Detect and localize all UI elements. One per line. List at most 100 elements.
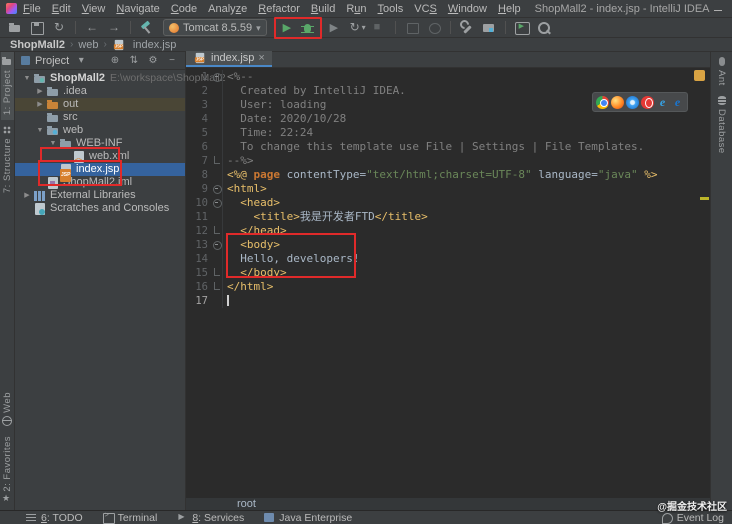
fold-end-icon[interactable]	[212, 280, 223, 294]
status-event-log[interactable]: Event Log	[661, 512, 724, 524]
code-text: Time: 22:24	[227, 126, 314, 139]
tree-item-label: src	[63, 111, 78, 123]
tree-item-label: ShopMall2	[50, 72, 106, 84]
chevron-expanded-icon[interactable]: ▼	[47, 137, 59, 150]
forward-icon[interactable]	[105, 20, 123, 36]
debug-bug-icon[interactable]	[299, 20, 317, 36]
chevron-collapsed-icon[interactable]: ▶	[34, 98, 46, 111]
close-tab-icon[interactable]: ×	[258, 53, 264, 64]
menu-vcs[interactable]: VCS	[414, 3, 437, 15]
breadcrumb-item-index-jsp[interactable]: index.jsp	[112, 39, 176, 51]
line-number: 12	[195, 225, 208, 237]
terminal-icon	[102, 512, 115, 524]
ide-window: File Edit View Navigate Code Analyze Refactor B…	[0, 0, 732, 524]
toolbar-separator	[394, 21, 396, 34]
code-text: Created by IntelliJ IDEA.	[227, 84, 406, 97]
menu-file[interactable]: File	[23, 3, 41, 15]
edge-browser-icon[interactable]	[671, 96, 684, 109]
chevron-expanded-icon[interactable]: ▼	[21, 72, 33, 85]
tree-item-shopmall2[interactable]: ▼ ShopMall2 E:\workspace\ShopMall2	[15, 72, 226, 85]
fold-start-icon[interactable]	[212, 238, 223, 252]
run-button-icon[interactable]	[279, 20, 297, 36]
status-java-enterprise[interactable]: Java Enterprise	[264, 512, 352, 524]
fold-start-icon[interactable]	[212, 70, 223, 84]
tree-item-idea[interactable]: ▶ .idea	[15, 85, 185, 98]
tree-item-index-jsp[interactable]: index.jsp	[15, 163, 185, 182]
tool-button-7-structure[interactable]: 7: Structure	[1, 120, 14, 198]
chrome-browser-icon[interactable]	[596, 95, 609, 109]
opera-browser-icon[interactable]	[641, 95, 654, 109]
project-structure-icon[interactable]	[480, 20, 498, 36]
disabled-action-icon-1[interactable]	[403, 20, 421, 36]
editor-breadcrumb[interactable]: root	[186, 497, 710, 510]
tree-item-web-xml[interactable]: web.xml	[15, 150, 185, 168]
fold-start-icon[interactable]	[212, 182, 223, 196]
tree-item-out[interactable]: ▶ out	[15, 98, 185, 111]
settings-wrench-icon[interactable]	[458, 20, 476, 36]
menu-code[interactable]: Code	[171, 3, 197, 15]
breadcrumb-item-shopmall2[interactable]: ShopMall2	[10, 39, 65, 51]
ie-browser-icon[interactable]	[656, 96, 669, 109]
run-configuration-select[interactable]: Tomcat 8.5.59	[163, 19, 267, 36]
tree-item-web[interactable]: ▼ web	[15, 124, 185, 137]
menu-help[interactable]: Help	[498, 3, 521, 15]
run-toolwindow-icon[interactable]	[513, 20, 531, 36]
save-all-icon[interactable]	[28, 20, 46, 36]
fold-end-icon[interactable]	[212, 266, 223, 280]
safari-browser-icon[interactable]	[626, 95, 639, 109]
chevron-down-icon[interactable]: ▾	[74, 55, 88, 66]
tool-button-1-project[interactable]: 1: Project	[0, 52, 14, 121]
chevron-expanded-icon[interactable]: ▼	[34, 124, 46, 137]
menu-view[interactable]: View	[82, 3, 106, 15]
code-text: User: loading	[227, 98, 327, 111]
menu-window[interactable]: Window	[448, 3, 487, 15]
run-with-coverage-icon[interactable]	[326, 20, 344, 36]
fold-end-icon[interactable]	[212, 224, 223, 238]
search-icon[interactable]	[535, 20, 553, 36]
menu-edit[interactable]: Edit	[52, 3, 71, 15]
locate-file-icon[interactable]: ⊕	[108, 55, 122, 66]
tree-item-external-libraries[interactable]: ▶ External Libraries	[15, 189, 185, 202]
breadcrumb-item-web[interactable]: web	[78, 39, 98, 51]
tree-item-src[interactable]: src	[15, 111, 185, 124]
disabled-action-icon-2[interactable]	[425, 20, 443, 36]
tree-item-scratches-and-consoles[interactable]: Scratches and Consoles	[15, 202, 185, 215]
status-terminal[interactable]: Terminal	[102, 512, 157, 524]
tool-button-web[interactable]: Web	[1, 387, 14, 431]
code-editor[interactable]: 1 <%-- 2 Created by IntelliJ IDEA. 3 User: …	[186, 68, 710, 497]
menu-refactor[interactable]: Refactor	[258, 3, 300, 15]
fold-start-icon[interactable]	[212, 196, 223, 210]
tab-index-jsp[interactable]: index.jsp ×	[186, 51, 272, 67]
back-icon[interactable]	[83, 20, 101, 36]
line-number: 8	[201, 169, 208, 181]
inspection-status-icon[interactable]	[694, 70, 705, 81]
tree-item-web-inf[interactable]: ▼ WEB-INF	[15, 137, 185, 150]
rerun-icon[interactable]	[348, 20, 366, 36]
build-hammer-icon[interactable]	[138, 20, 156, 36]
tool-button-ant[interactable]: Ant	[715, 52, 728, 91]
menu-run[interactable]: Run	[346, 3, 366, 15]
hide-panel-icon[interactable]: −	[165, 55, 179, 66]
tool-button-2-favorites[interactable]: 2: Favorites	[1, 431, 14, 510]
status-6-todo[interactable]: 6: TODO	[26, 512, 83, 524]
menu-tools[interactable]: Tools	[378, 3, 404, 15]
tree-item-shopmall2-iml[interactable]: ShopMall2.iml	[15, 176, 185, 189]
menu-navigate[interactable]: Navigate	[116, 3, 159, 15]
status-8-services[interactable]: 8: Services	[177, 512, 244, 524]
gear-icon[interactable]: ⚙	[146, 55, 160, 66]
tool-button-database[interactable]: Database	[715, 91, 728, 159]
collapse-all-icon[interactable]: ⇅	[127, 55, 141, 66]
menu-build[interactable]: Build	[311, 3, 335, 15]
menu-analyze[interactable]: Analyze	[208, 3, 247, 15]
code-line: 15 </body>	[186, 266, 710, 280]
tool-button-label: Ant	[716, 70, 727, 86]
sync-icon[interactable]	[50, 20, 68, 36]
favorites-star-icon	[2, 493, 12, 505]
open-folder-icon[interactable]	[6, 20, 24, 36]
chevron-collapsed-icon[interactable]: ▶	[21, 189, 33, 202]
chevron-collapsed-icon[interactable]: ▶	[34, 85, 46, 98]
stop-icon[interactable]	[370, 20, 388, 36]
firefox-browser-icon[interactable]	[611, 95, 624, 109]
minimize-icon[interactable]	[710, 2, 727, 16]
fold-end-icon[interactable]	[212, 154, 223, 168]
